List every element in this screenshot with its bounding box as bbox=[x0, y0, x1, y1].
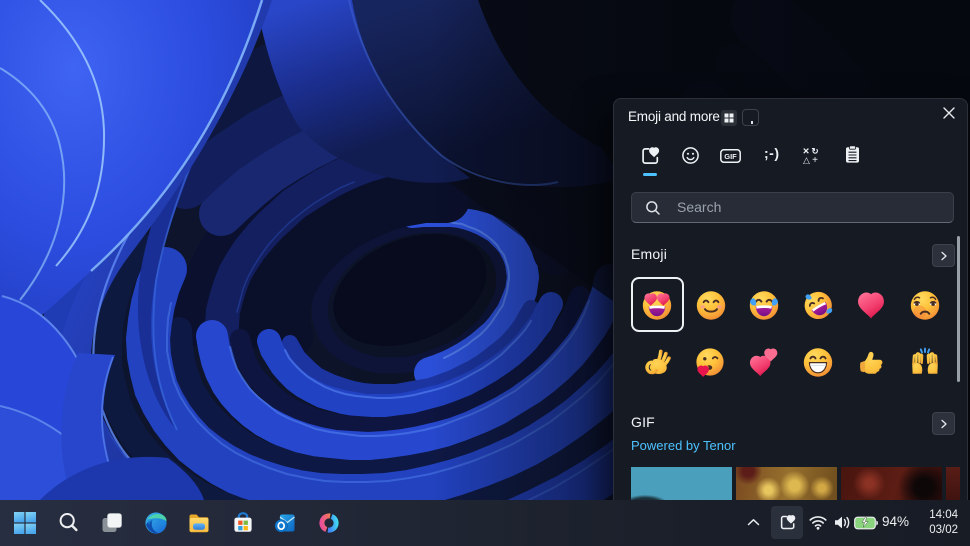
svg-text:△: △ bbox=[803, 155, 810, 164]
svg-text:+: + bbox=[812, 155, 818, 164]
svg-text:GIF: GIF bbox=[724, 152, 737, 161]
